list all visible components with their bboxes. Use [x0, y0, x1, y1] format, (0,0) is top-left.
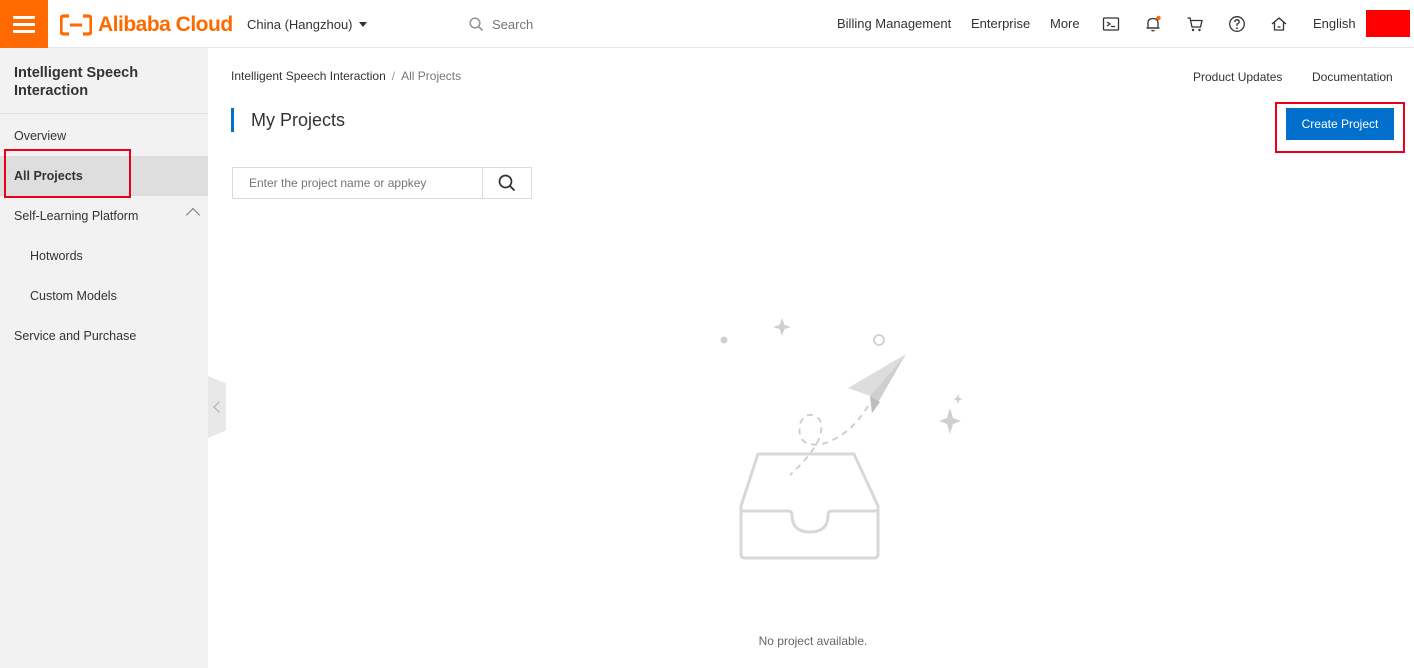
help-icon[interactable]	[1228, 15, 1246, 33]
home-icon[interactable]	[1270, 15, 1288, 33]
product-updates-link[interactable]: Product Updates	[1193, 70, 1282, 84]
terminal-icon[interactable]	[1102, 15, 1120, 33]
project-search-button[interactable]	[482, 168, 531, 198]
global-search[interactable]	[469, 14, 669, 34]
menu-icon[interactable]	[0, 0, 48, 48]
breadcrumb-separator: /	[391, 69, 396, 83]
sidebar-collapse-toggle[interactable]	[208, 376, 226, 438]
documentation-link[interactable]: Documentation	[1312, 70, 1393, 84]
brand-name: Alibaba Cloud	[98, 13, 233, 36]
project-search	[232, 167, 532, 199]
empty-inbox-illustration	[720, 318, 963, 560]
sidebar-item-label: Custom Models	[30, 289, 117, 303]
caret-down-icon	[358, 22, 367, 27]
breadcrumb-root[interactable]: Intelligent Speech Interaction	[231, 69, 386, 83]
cart-icon[interactable]	[1186, 15, 1204, 33]
sidebar-product-title: Intelligent Speech Interaction	[14, 65, 139, 99]
title-accent-bar	[231, 108, 234, 132]
bell-icon[interactable]	[1144, 15, 1162, 33]
highlight-box-all-projects	[4, 149, 131, 198]
chevron-up-icon	[185, 207, 201, 223]
sidebar-item-label: Hotwords	[30, 249, 83, 263]
user-avatar[interactable]	[1366, 10, 1410, 37]
alibaba-cloud-logo-icon	[60, 14, 92, 36]
sidebar-item-service-and-purchase[interactable]: Service and Purchase	[0, 316, 208, 356]
enterprise-link[interactable]: Enterprise	[971, 16, 1030, 31]
region-label: China (Hangzhou)	[247, 17, 353, 32]
more-link[interactable]: More	[1050, 16, 1080, 31]
language-switch[interactable]: English	[1313, 16, 1356, 31]
sidebar-divider	[0, 113, 208, 114]
sidebar-item-self-learning-platform[interactable]: Self-Learning Platform	[0, 196, 208, 236]
sidebar-item-hotwords[interactable]: Hotwords	[0, 236, 208, 276]
sidebar-item-label: Self-Learning Platform	[14, 209, 139, 223]
project-search-input[interactable]	[233, 168, 482, 198]
top-navigation-bar: Alibaba Cloud China (Hangzhou) Billing M…	[0, 0, 1414, 48]
breadcrumb-current: All Projects	[401, 69, 462, 83]
search-icon	[469, 16, 484, 31]
highlight-box-create-project	[1275, 102, 1405, 153]
empty-state-message: No project available.	[758, 634, 868, 648]
sidebar: Intelligent Speech Interaction Overview …	[0, 48, 208, 668]
sidebar-item-label: Overview	[14, 129, 67, 143]
sidebar-item-custom-models[interactable]: Custom Models	[0, 276, 208, 316]
search-icon	[498, 174, 516, 192]
global-search-input[interactable]	[492, 16, 652, 32]
page-title: My Projects	[251, 110, 346, 130]
breadcrumb: Intelligent Speech Interaction / All Proje…	[231, 69, 461, 83]
sidebar-item-label: Service and Purchase	[14, 329, 137, 343]
billing-management-link[interactable]: Billing Management	[837, 16, 951, 31]
region-selector[interactable]: China (Hangzhou)	[247, 17, 367, 32]
brand-logo[interactable]: Alibaba Cloud	[60, 12, 233, 38]
